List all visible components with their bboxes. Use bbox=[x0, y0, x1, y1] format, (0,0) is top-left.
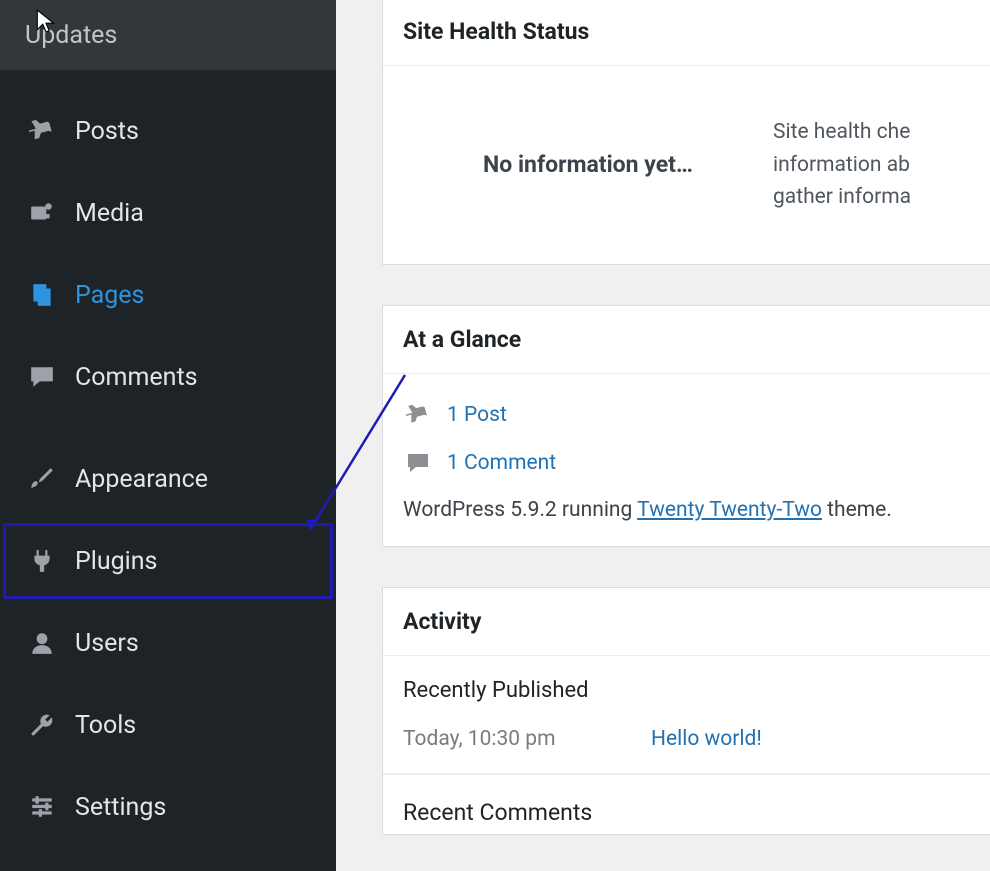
pin-icon bbox=[25, 114, 59, 148]
sidebar-item-tools[interactable]: Tools bbox=[0, 684, 336, 766]
recent-comments-heading: Recent Comments bbox=[383, 774, 990, 834]
media-icon bbox=[25, 196, 59, 230]
sidebar-item-label: Pages bbox=[75, 281, 144, 310]
sidebar-item-appearance[interactable]: Appearance bbox=[0, 438, 336, 520]
sidebar-item-label: Tools bbox=[75, 711, 136, 740]
sidebar-item-comments[interactable]: Comments bbox=[0, 336, 336, 418]
wordpress-version-text: WordPress 5.9.2 running Twenty Twenty-Tw… bbox=[403, 498, 971, 522]
site-health-panel: Site Health Status No information yet… S… bbox=[382, 0, 990, 265]
admin-sidebar: Updates Posts Media Pages Comments Appea… bbox=[0, 0, 336, 871]
panel-title: Activity bbox=[383, 588, 990, 656]
activity-panel: Activity Recently Published Today, 10:30… bbox=[382, 587, 990, 835]
pin-icon bbox=[403, 400, 433, 430]
activity-post-link[interactable]: Hello world! bbox=[651, 727, 762, 751]
dashboard-content: Site Health Status No information yet… S… bbox=[336, 0, 990, 871]
sidebar-item-label: Comments bbox=[75, 363, 198, 392]
site-health-status-text: No information yet… bbox=[403, 151, 773, 178]
sidebar-item-pages[interactable]: Pages bbox=[0, 254, 336, 336]
sidebar-item-label: Updates bbox=[25, 21, 117, 50]
sliders-icon bbox=[25, 790, 59, 824]
comment-icon bbox=[403, 448, 433, 478]
sidebar-item-media[interactable]: Media bbox=[0, 172, 336, 254]
sidebar-item-label: Appearance bbox=[75, 465, 208, 494]
panel-title: Site Health Status bbox=[383, 0, 990, 66]
sidebar-item-label: Plugins bbox=[75, 547, 157, 576]
recently-published-heading: Recently Published bbox=[383, 656, 990, 713]
plug-icon bbox=[25, 544, 59, 578]
site-health-description: Site health che information ab gather in… bbox=[773, 116, 911, 214]
sidebar-item-plugins[interactable]: Plugins bbox=[0, 520, 336, 602]
sidebar-item-label: Users bbox=[75, 629, 139, 658]
sidebar-item-updates[interactable]: Updates bbox=[0, 0, 336, 70]
at-a-glance-panel: At a Glance 1 Post 1 Comment WordPress 5… bbox=[382, 305, 990, 547]
sidebar-item-label: Posts bbox=[75, 117, 139, 146]
sidebar-item-posts[interactable]: Posts bbox=[0, 90, 336, 172]
pages-icon bbox=[25, 278, 59, 312]
theme-link[interactable]: Twenty Twenty-Two bbox=[637, 498, 822, 522]
user-icon bbox=[25, 626, 59, 660]
sidebar-item-settings[interactable]: Settings bbox=[0, 766, 336, 848]
brush-icon bbox=[25, 462, 59, 496]
sidebar-item-label: Media bbox=[75, 199, 144, 228]
activity-item: Today, 10:30 pm Hello world! bbox=[383, 713, 990, 774]
sidebar-item-users[interactable]: Users bbox=[0, 602, 336, 684]
comments-count-link[interactable]: 1 Comment bbox=[447, 451, 556, 475]
comment-icon bbox=[25, 360, 59, 394]
activity-time: Today, 10:30 pm bbox=[403, 727, 651, 751]
panel-title: At a Glance bbox=[383, 306, 990, 374]
wrench-icon bbox=[25, 708, 59, 742]
posts-count-link[interactable]: 1 Post bbox=[447, 403, 507, 427]
sidebar-item-label: Settings bbox=[75, 793, 166, 822]
